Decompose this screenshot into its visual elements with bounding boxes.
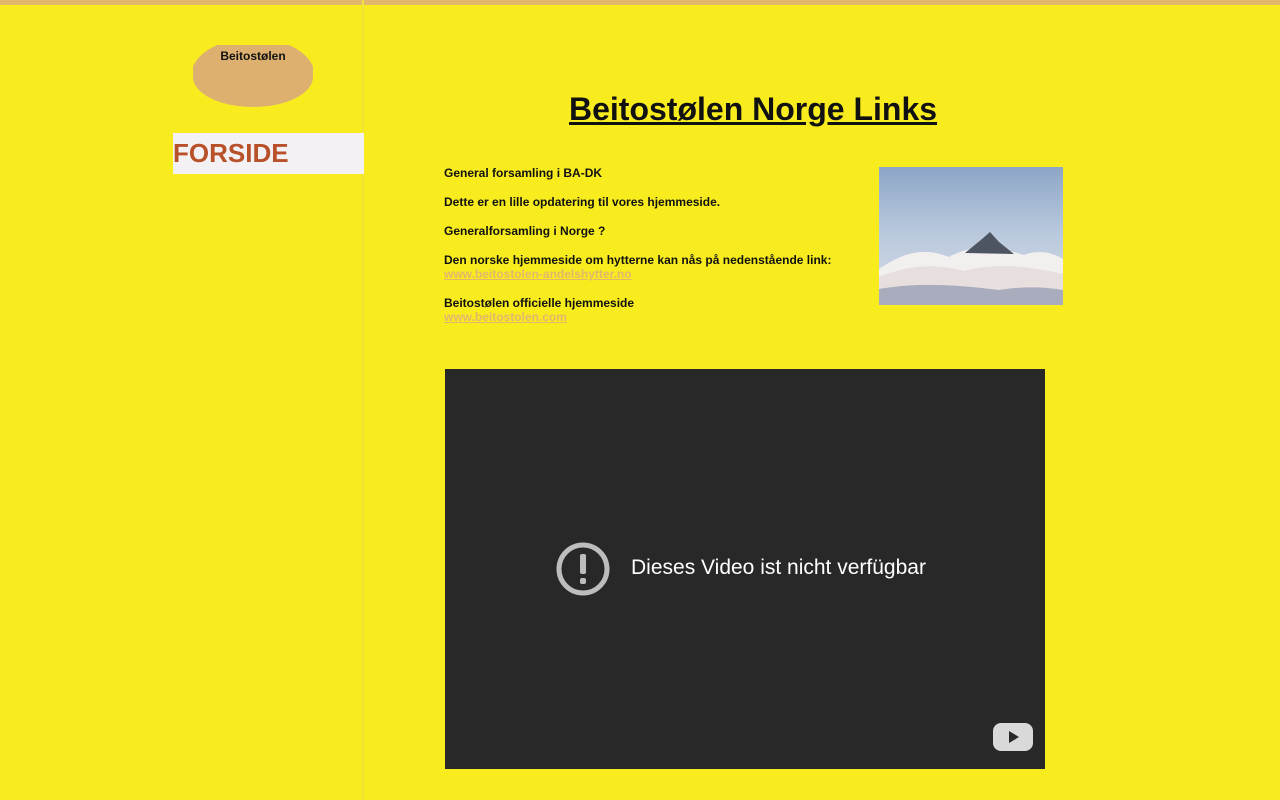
mountain-cloud-illustration	[879, 167, 1063, 305]
site-logo-text: Beitostølen	[220, 49, 286, 63]
paragraph-generalforsamling-norge: Generalforsamling i Norge ?	[444, 224, 606, 238]
mountain-photo	[879, 167, 1063, 305]
main-content: Beitostølen Norge Links General forsamli…	[364, 0, 1280, 800]
page-title: Beitostølen Norge Links	[569, 91, 938, 127]
youtube-play-icon	[1009, 731, 1019, 743]
paragraph-general-forsamling: General forsamling i BA-DK	[444, 166, 603, 180]
paragraph-norwegian-site: Den norske hjemmeside om hytterne kan nå…	[444, 253, 864, 281]
site-logo[interactable]: Beitostølen	[193, 45, 313, 107]
paragraph-update-note: Dette er en lille opdatering til vores h…	[444, 195, 721, 209]
youtube-play-button[interactable]	[993, 723, 1033, 751]
embedded-video-player[interactable]: Dieses Video ist nicht verfügbar	[445, 369, 1045, 769]
links-content: General forsamling i BA-DK Dette er en l…	[444, 166, 864, 339]
nav-item-forside[interactable]: FORSIDE	[173, 138, 289, 168]
official-site-description: Beitostølen officielle hjemmeside	[444, 296, 635, 310]
beitostolen-link[interactable]: www.beitostolen.com	[444, 310, 567, 324]
video-unavailable-message: Dieses Video ist nicht verfügbar	[631, 556, 926, 579]
alert-circle-icon	[556, 542, 610, 596]
paragraph-official-site: Beitostølen officielle hjemmeside www.be…	[444, 296, 864, 324]
sidebar: Beitostølen FORSIDE	[0, 0, 364, 800]
main-navigation: FORSIDE	[173, 133, 364, 174]
andelshytter-link[interactable]: www.beitostolen-andelshytter.no	[444, 267, 632, 281]
norwegian-site-description: Den norske hjemmeside om hytterne kan nå…	[444, 253, 832, 267]
